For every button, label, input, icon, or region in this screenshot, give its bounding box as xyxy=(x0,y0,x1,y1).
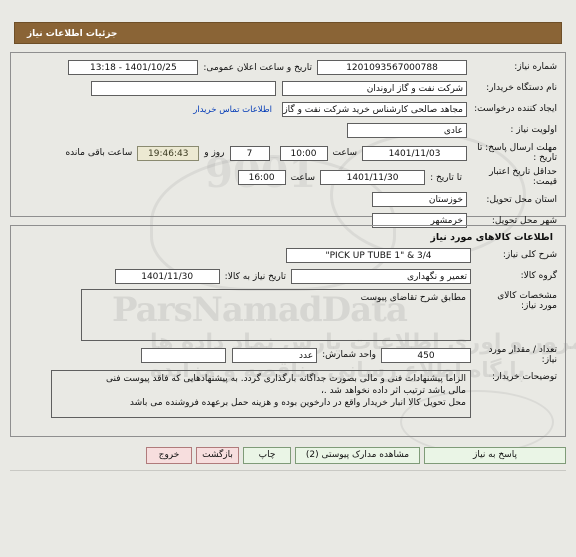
countdown-timer: 19:46:43 xyxy=(137,145,200,161)
buyer-org-value: شرکت نفت و گاز اروندان xyxy=(282,81,467,96)
top-spacer xyxy=(0,0,576,22)
need-number-value: 1201093567000788 xyxy=(317,60,467,75)
need-number-label: شماره نیاز: xyxy=(514,62,557,73)
general-desc-value: "PICK UP TUBE 1" & 3/4 xyxy=(286,248,471,263)
buyer-org-extra-field xyxy=(91,81,276,96)
requester-value: مجاهد صالحی کارشناس خرید شرکت نفت و گاز … xyxy=(282,102,467,117)
buyer-org-label: نام دستگاه خریدار: xyxy=(486,83,557,94)
specs-label: مشخصات کالای مورد نیاز: xyxy=(497,291,557,312)
print-button[interactable]: چاپ xyxy=(243,447,291,464)
reply-deadline-date: 1401/11/03 xyxy=(362,145,467,161)
row-specs: مشخصات کالای مورد نیاز: مطابق شرح تقاضای… xyxy=(19,289,557,341)
goods-group-value: تعمیر و نگهداری xyxy=(291,269,471,284)
remaining-hours-label: ساعت باقی مانده xyxy=(65,148,133,159)
province-label: استان محل تحویل: xyxy=(486,194,557,205)
need-info-panel: شماره نیاز: 1201093567000788 تاریخ و ساع… xyxy=(10,52,566,229)
row-general-desc: شرح کلی نیاز: "PICK UP TUBE 1" & 3/4 xyxy=(19,247,557,264)
quantity-value: 450 xyxy=(381,347,471,363)
goods-group-label: گروه کالا: xyxy=(520,271,557,282)
row-goods-group: گروه کالا: تعمیر و نگهداری تاریخ نیاز به… xyxy=(19,268,557,285)
buyer-notes-label: توضیحات خریدار: xyxy=(491,371,557,382)
price-validity-date: 1401/11/30 xyxy=(320,170,426,186)
requester-label: ایجاد کننده درخواست: xyxy=(474,104,557,115)
need-date-value: 1401/11/30 xyxy=(114,269,220,284)
unit-extra-field xyxy=(141,347,227,363)
buyer-notes-line-2: مالی باشد ترتیب اثر داده نخواهد شد .، xyxy=(320,385,466,396)
goods-info-panel: اطلاعات کالاهای مورد نیاز شرح کلی نیاز: … xyxy=(10,225,566,437)
row-price-validity: حداقل تاریخ اعتبار قیمت: تا تاریخ : 1401… xyxy=(19,166,557,188)
row-province: استان محل تحویل: خوزستان xyxy=(19,191,557,208)
row-priority: اولویت نیاز : عادی xyxy=(19,122,557,139)
unit-value: عدد xyxy=(232,347,318,363)
buyer-contact-link[interactable]: اطلاعات تماس خریدار xyxy=(193,105,282,115)
goods-section-title: اطلاعات کالاهای مورد نیاز xyxy=(430,232,553,243)
priority-label: اولویت نیاز : xyxy=(510,125,557,136)
row-buyer-org: نام دستگاه خریدار: شرکت نفت و گاز اروندا… xyxy=(19,80,557,97)
priority-value: عادی xyxy=(347,123,467,138)
reply-deadline-time: 10:00 xyxy=(279,145,328,161)
general-desc-label: شرح کلی نیاز: xyxy=(502,250,557,261)
price-validity-label: حداقل تاریخ اعتبار قیمت: xyxy=(489,166,557,187)
row-need-number: شماره نیاز: 1201093567000788 تاریخ و ساع… xyxy=(19,59,557,76)
quantity-label: تعداد / مقدار مورد نیاز: xyxy=(488,345,557,366)
row-reply-deadline: مهلت ارسال پاسخ: تا تاریخ : 1401/11/03 س… xyxy=(19,143,557,164)
view-attachments-button[interactable]: مشاهده مدارک پیوستی (2) xyxy=(295,447,420,464)
bottom-divider xyxy=(10,470,566,471)
remaining-days-value: 7 xyxy=(229,145,270,161)
reply-deadline-label: مهلت ارسال پاسخ: تا تاریخ : xyxy=(477,143,557,164)
back-button[interactable]: بازگشت xyxy=(196,447,239,464)
price-validity-time-label: ساعت xyxy=(290,172,316,183)
buyer-notes-line-1: الزاما پیشنهادات فنی و مالی بصورت جداگان… xyxy=(105,373,466,384)
reply-deadline-time-label: ساعت xyxy=(332,148,358,159)
public-announce-label: تاریخ و ساعت اعلان عمومی: xyxy=(203,62,312,73)
row-buyer-notes: توضیحات خریدار: الزاما پیشنهادات فنی و م… xyxy=(19,369,557,418)
price-validity-date-label: تا تاریخ : xyxy=(430,172,462,183)
specs-textarea[interactable]: مطابق شرح تقاضای پیوست xyxy=(81,289,471,341)
exit-button[interactable]: خروج xyxy=(146,447,192,464)
answer-need-button[interactable]: پاسخ به نیاز xyxy=(424,447,566,464)
price-validity-time: 16:00 xyxy=(237,170,286,186)
action-button-bar: پاسخ به نیاز مشاهده مدارک پیوستی (2) چاپ… xyxy=(10,447,566,464)
row-requester: ایجاد کننده درخواست: مجاهد صالحی کارشناس… xyxy=(19,101,557,118)
public-announce-value: 1401/10/25 - 13:18 xyxy=(68,60,199,75)
need-date-label: تاریخ نیاز به کالا: xyxy=(224,271,286,282)
province-value: خوزستان xyxy=(372,192,467,208)
buyer-notes-line-3: محل تحویل کالا انبار خریدار واقع در دارخ… xyxy=(129,397,466,408)
unit-label: واحد شمارش: xyxy=(322,350,376,361)
page-title: جزئیات اطلاعات نیاز xyxy=(14,22,562,44)
row-quantity: تعداد / مقدار مورد نیاز: 450 واحد شمارش:… xyxy=(19,345,557,366)
buyer-notes-textarea[interactable]: الزاما پیشنهادات فنی و مالی بصورت جداگان… xyxy=(51,369,471,418)
banner-wrap: جزئیات اطلاعات نیاز xyxy=(0,22,576,44)
remaining-days-label: روز و xyxy=(204,148,225,159)
